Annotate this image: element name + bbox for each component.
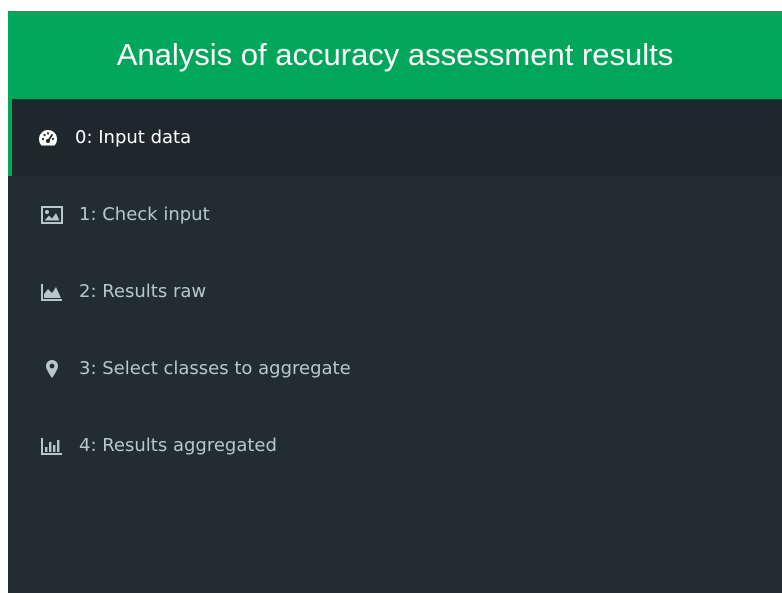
map-marker-icon	[41, 358, 63, 380]
sidebar-item-results-aggregated[interactable]: 4: Results aggregated	[8, 407, 782, 484]
sidebar-item-check-input[interactable]: 1: Check input	[8, 176, 782, 253]
sidebar-item-input-data[interactable]: 0: Input data	[8, 99, 782, 176]
sidebar-menu: 0: Input data 1: Check input 2: Results …	[8, 99, 782, 484]
sidebar-item-results-raw[interactable]: 2: Results raw	[8, 253, 782, 330]
sidebar-item-label: 1: Check input	[79, 204, 210, 225]
page-title: Analysis of accuracy assessment results	[8, 11, 782, 99]
sidebar-item-label: 4: Results aggregated	[79, 435, 277, 456]
dashboard-icon	[37, 127, 59, 149]
app-frame: Analysis of accuracy assessment results …	[8, 11, 782, 593]
sidebar-item-label: 2: Results raw	[79, 281, 207, 302]
sidebar-item-select-classes[interactable]: 3: Select classes to aggregate	[8, 330, 782, 407]
sidebar-item-label: 3: Select classes to aggregate	[79, 358, 351, 379]
area-chart-icon	[41, 281, 63, 303]
image-icon	[41, 204, 63, 226]
bar-chart-icon	[41, 435, 63, 457]
sidebar-item-label: 0: Input data	[75, 127, 192, 148]
